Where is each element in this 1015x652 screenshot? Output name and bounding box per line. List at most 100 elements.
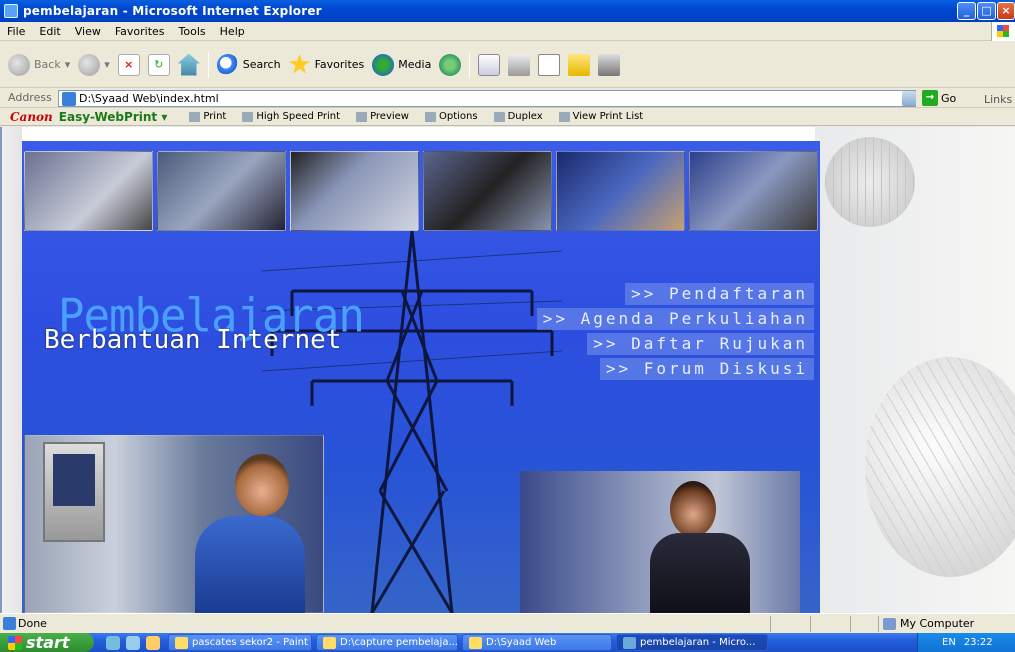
ie-app-icon — [4, 4, 18, 18]
back-dropdown-icon[interactable]: ▾ — [65, 58, 71, 71]
ie-icon — [623, 636, 636, 649]
forward-button[interactable]: ▾ — [78, 47, 110, 83]
nav-pendaftaran-link[interactable]: >> Pendaftaran — [625, 283, 814, 305]
background-left — [2, 127, 22, 613]
menu-view[interactable]: View — [68, 25, 108, 38]
nav-agenda-perkuliahan-link[interactable]: >> Agenda Perkuliahan — [536, 308, 814, 330]
canon-view-print-list-button[interactable]: View Print List — [551, 111, 652, 122]
menu-file[interactable]: File — [0, 25, 32, 38]
menu-edit[interactable]: Edit — [32, 25, 67, 38]
task-paint-label: pascates sekor2 - Paint — [192, 637, 308, 648]
go-label: Go — [941, 91, 957, 105]
task-paint[interactable]: pascates sekor2 - Paint — [168, 634, 312, 651]
status-divider — [770, 616, 771, 632]
mail-icon[interactable] — [478, 53, 501, 76]
menu-tools[interactable]: Tools — [172, 25, 213, 38]
media-icon — [372, 53, 395, 76]
task-syaad-label: D:\Syaad Web — [486, 637, 557, 648]
status-bar: Done My Computer — [0, 613, 1015, 633]
canon-duplex-button[interactable]: Duplex — [486, 111, 551, 122]
home-icon[interactable] — [177, 53, 200, 76]
nav-menu: >> Pendaftaran >> Agenda Perkuliahan >> … — [536, 283, 814, 380]
nav-forum-diskusi-link[interactable]: >> Forum Diskusi — [599, 358, 814, 380]
standard-toolbar: Back ▾ ▾ × ↻ Search Favorites Media — [0, 42, 1015, 88]
menu-favorites[interactable]: Favorites — [108, 25, 172, 38]
clock[interactable]: 23:22 — [964, 637, 993, 648]
go-button[interactable]: → Go — [922, 90, 956, 106]
ie-window: pembelajaran - Microsoft Internet Explor… — [0, 0, 1015, 652]
print-icon[interactable] — [508, 53, 531, 76]
canon-preview-button[interactable]: Preview — [348, 111, 417, 122]
toolbar-separator — [469, 51, 471, 78]
address-input[interactable]: D:\Syaad Web\index.html — [58, 90, 916, 107]
photo-strip — [22, 141, 820, 237]
globe-wireframe-image — [825, 137, 915, 227]
edit-icon[interactable] — [538, 53, 561, 76]
folder-icon — [469, 636, 482, 649]
canon-high-speed-print-label: High Speed Print — [256, 111, 341, 122]
site-banner: Pembelajaran Berbantuan Internet >> Pend… — [22, 141, 820, 613]
address-dropdown-icon[interactable] — [902, 91, 916, 106]
address-value: D:\Syaad Web\index.html — [79, 92, 219, 105]
back-label: Back — [34, 58, 61, 71]
address-label: Address — [8, 91, 52, 104]
photo-girl-computer — [520, 471, 800, 613]
globe-large-image — [865, 357, 1015, 577]
girl-body-image — [650, 533, 750, 613]
history-icon[interactable] — [439, 53, 462, 76]
folder-icon[interactable] — [568, 53, 591, 76]
nav-daftar-rujukan-link[interactable]: >> Daftar Rujukan — [587, 333, 814, 355]
options-icon — [425, 111, 436, 122]
canon-options-label: Options — [439, 111, 478, 122]
status-divider — [810, 616, 811, 632]
start-button[interactable]: start — [0, 633, 94, 652]
windows-logo-icon — [991, 22, 1015, 41]
canon-print-button[interactable]: Print — [181, 111, 234, 122]
canon-high-speed-print-button[interactable]: High Speed Print — [234, 111, 348, 122]
start-label: start — [26, 633, 70, 652]
easy-webprint-menu[interactable]: Easy-WebPrint ▾ — [59, 110, 168, 124]
canon-toolbar: Canon Easy-WebPrint ▾ Print High Speed P… — [0, 108, 1015, 126]
task-ie[interactable]: pembelajaran - Micro... — [616, 634, 768, 651]
easy-webprint-label: Easy-WebPrint — [58, 109, 158, 124]
page-icon — [62, 91, 76, 106]
folder-icon — [323, 636, 336, 649]
stop-icon[interactable]: × — [117, 53, 140, 76]
favorites-button[interactable]: Favorites — [289, 47, 364, 83]
search-label: Search — [242, 58, 281, 71]
task-ie-label: pembelajaran - Micro... — [640, 637, 756, 648]
back-button[interactable]: Back ▾ — [8, 47, 70, 83]
window-title: pembelajaran - Microsoft Internet Explor… — [23, 4, 322, 18]
ie-quicklaunch-icon[interactable] — [106, 635, 120, 650]
close-button[interactable]: × — [997, 2, 1015, 20]
task-syaad-folder[interactable]: D:\Syaad Web — [462, 634, 612, 651]
minimize-button[interactable]: _ — [957, 2, 976, 20]
canon-logo: Canon — [10, 109, 53, 124]
maximize-button[interactable]: □ — [977, 2, 996, 20]
search-icon — [216, 53, 239, 76]
easy-webprint-dropdown-icon: ▾ — [161, 109, 168, 124]
title-bar[interactable]: pembelajaran - Microsoft Internet Explor… — [0, 0, 1015, 22]
media-button[interactable]: Media — [372, 47, 431, 83]
boy-head-image — [235, 454, 289, 516]
language-indicator[interactable]: EN — [942, 637, 956, 648]
app-quicklaunch-icon[interactable] — [146, 635, 160, 650]
menu-bar: File Edit View Favorites Tools Help — [0, 22, 1015, 41]
canon-options-button[interactable]: Options — [417, 111, 486, 122]
desktop-quicklaunch-icon[interactable] — [126, 635, 140, 650]
boy-body-image — [195, 516, 305, 613]
photo-typing — [290, 151, 419, 231]
menu-help[interactable]: Help — [213, 25, 252, 38]
duplex-icon — [493, 111, 505, 122]
links-button[interactable]: Links — [984, 93, 1012, 106]
status-divider — [850, 616, 851, 632]
canon-preview-label: Preview — [370, 111, 409, 122]
forward-dropdown-icon[interactable]: ▾ — [104, 58, 110, 71]
task-capture-folder[interactable]: D:\capture pembelaja... — [316, 634, 458, 651]
background-right-decor — [815, 127, 1015, 613]
preview-icon — [356, 111, 368, 122]
security-zone: My Computer — [883, 617, 974, 630]
search-button[interactable]: Search — [216, 47, 281, 83]
refresh-icon[interactable]: ↻ — [147, 53, 170, 76]
messenger-icon[interactable] — [598, 53, 621, 76]
